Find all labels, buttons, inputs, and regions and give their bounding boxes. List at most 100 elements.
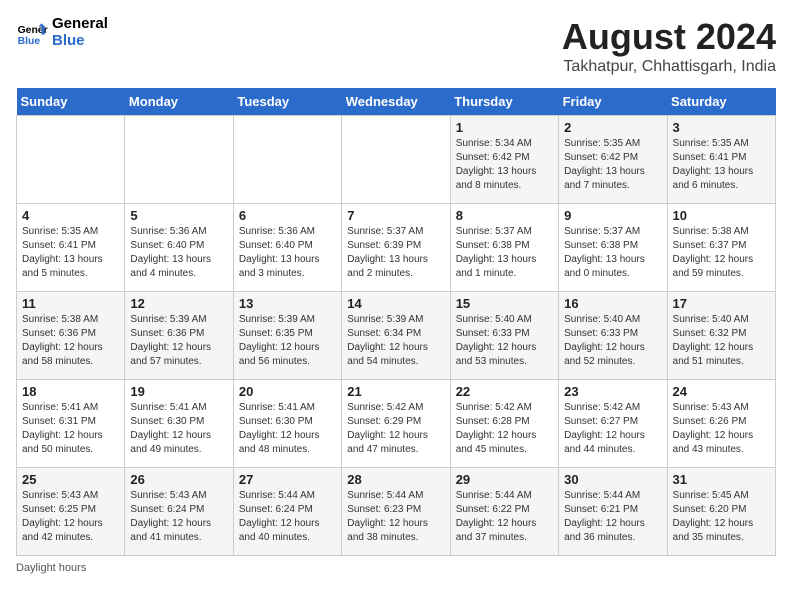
calendar-body: 1Sunrise: 5:34 AM Sunset: 6:42 PM Daylig… <box>17 116 776 556</box>
day-number: 17 <box>673 296 770 311</box>
calendar-title: August 2024 <box>562 16 776 58</box>
day-cell: 13 Sunrise: 5:39 AM Sunset: 6:35 PM Dayli… <box>233 292 341 380</box>
day-info: Sunrise: 5:39 AM Sunset: 6:35 PM Dayligh… <box>239 313 336 369</box>
day-cell: 22Sunrise: 5:42 AM Sunset: 6:28 PM Dayli… <box>450 380 558 468</box>
weekday-header-monday: Monday <box>125 88 233 116</box>
day-cell: 17 Sunrise: 5:40 AM Sunset: 6:32 PM Dayli… <box>667 292 775 380</box>
day-info: Sunrise: 5:35 AM Sunset: 6:41 PM Dayligh… <box>22 225 119 281</box>
day-cell: 16 Sunrise: 5:40 AM Sunset: 6:33 PM Dayli… <box>559 292 667 380</box>
day-number: 5 <box>130 208 227 223</box>
day-info: Sunrise: 5:42 AM Sunset: 6:28 PM Dayligh… <box>456 401 553 457</box>
week-row-1: 1Sunrise: 5:34 AM Sunset: 6:42 PM Daylig… <box>17 116 776 204</box>
day-info: Sunrise: 5:35 AM Sunset: 6:42 PM Dayligh… <box>564 137 661 193</box>
day-cell: 27 Sunrise: 5:44 AM Sunset: 6:24 PM Dayli… <box>233 468 341 556</box>
day-info: Sunrise: 5:42 AM Sunset: 6:29 PM Dayligh… <box>347 401 444 457</box>
logo: General Blue General Blue <box>16 16 108 49</box>
day-number: 29 <box>456 472 553 487</box>
day-number: 31 <box>673 472 770 487</box>
day-number: 20 <box>239 384 336 399</box>
logo-line1: General <box>52 16 108 33</box>
day-cell: 11 Sunrise: 5:38 AM Sunset: 6:36 PM Dayli… <box>17 292 125 380</box>
day-info: Sunrise: 5:40 AM Sunset: 6:32 PM Dayligh… <box>673 313 770 369</box>
day-number: 11 <box>22 296 119 311</box>
week-row-2: 4 Sunrise: 5:35 AM Sunset: 6:41 PM Daylig… <box>17 204 776 292</box>
day-number: 2 <box>564 120 661 135</box>
title-block: August 2024 Takhatpur, Chhattisgarh, Ind… <box>562 16 776 76</box>
day-cell: 15 Sunrise: 5:40 AM Sunset: 6:33 PM Dayli… <box>450 292 558 380</box>
weekday-header-wednesday: Wednesday <box>342 88 450 116</box>
day-number: 27 <box>239 472 336 487</box>
day-info: Sunrise: 5:35 AM Sunset: 6:41 PM Dayligh… <box>673 137 770 193</box>
day-cell <box>233 116 341 204</box>
day-number: 18 <box>22 384 119 399</box>
day-cell: 5 Sunrise: 5:36 AM Sunset: 6:40 PM Daylig… <box>125 204 233 292</box>
day-number: 8 <box>456 208 553 223</box>
day-info: Sunrise: 5:44 AM Sunset: 6:23 PM Dayligh… <box>347 489 444 545</box>
footer-note: Daylight hours <box>16 562 776 574</box>
day-info: Sunrise: 5:34 AM Sunset: 6:42 PM Dayligh… <box>456 137 553 193</box>
day-info: Sunrise: 5:39 AM Sunset: 6:36 PM Dayligh… <box>130 313 227 369</box>
weekday-header-thursday: Thursday <box>450 88 558 116</box>
weekday-header-saturday: Saturday <box>667 88 775 116</box>
day-info: Sunrise: 5:41 AM Sunset: 6:30 PM Dayligh… <box>239 401 336 457</box>
day-cell: 12 Sunrise: 5:39 AM Sunset: 6:36 PM Dayli… <box>125 292 233 380</box>
day-cell: 18Sunrise: 5:41 AM Sunset: 6:31 PM Dayli… <box>17 380 125 468</box>
day-info: Sunrise: 5:39 AM Sunset: 6:34 PM Dayligh… <box>347 313 444 369</box>
week-row-4: 18Sunrise: 5:41 AM Sunset: 6:31 PM Dayli… <box>17 380 776 468</box>
day-cell: 10Sunrise: 5:38 AM Sunset: 6:37 PM Dayli… <box>667 204 775 292</box>
week-row-5: 25 Sunrise: 5:43 AM Sunset: 6:25 PM Dayli… <box>17 468 776 556</box>
day-cell: 14 Sunrise: 5:39 AM Sunset: 6:34 PM Dayli… <box>342 292 450 380</box>
day-cell: 9Sunrise: 5:37 AM Sunset: 6:38 PM Daylig… <box>559 204 667 292</box>
logo-line2: Blue <box>52 33 108 50</box>
day-info: Sunrise: 5:38 AM Sunset: 6:37 PM Dayligh… <box>673 225 770 281</box>
day-number: 25 <box>22 472 119 487</box>
day-number: 21 <box>347 384 444 399</box>
day-info: Sunrise: 5:37 AM Sunset: 6:39 PM Dayligh… <box>347 225 444 281</box>
day-number: 19 <box>130 384 227 399</box>
day-cell <box>17 116 125 204</box>
day-cell: 8 Sunrise: 5:37 AM Sunset: 6:38 PM Daylig… <box>450 204 558 292</box>
day-cell: 20 Sunrise: 5:41 AM Sunset: 6:30 PM Dayli… <box>233 380 341 468</box>
day-number: 13 <box>239 296 336 311</box>
day-cell <box>125 116 233 204</box>
day-number: 6 <box>239 208 336 223</box>
day-number: 28 <box>347 472 444 487</box>
day-cell: 21 Sunrise: 5:42 AM Sunset: 6:29 PM Dayli… <box>342 380 450 468</box>
day-number: 26 <box>130 472 227 487</box>
day-cell: 1Sunrise: 5:34 AM Sunset: 6:42 PM Daylig… <box>450 116 558 204</box>
weekday-header-row: SundayMondayTuesdayWednesdayThursdayFrid… <box>17 88 776 116</box>
day-number: 7 <box>347 208 444 223</box>
weekday-header-tuesday: Tuesday <box>233 88 341 116</box>
day-info: Sunrise: 5:44 AM Sunset: 6:22 PM Dayligh… <box>456 489 553 545</box>
day-info: Sunrise: 5:44 AM Sunset: 6:24 PM Dayligh… <box>239 489 336 545</box>
day-number: 14 <box>347 296 444 311</box>
day-info: Sunrise: 5:36 AM Sunset: 6:40 PM Dayligh… <box>239 225 336 281</box>
day-number: 15 <box>456 296 553 311</box>
day-cell <box>342 116 450 204</box>
day-info: Sunrise: 5:38 AM Sunset: 6:36 PM Dayligh… <box>22 313 119 369</box>
day-cell: 7 Sunrise: 5:37 AM Sunset: 6:39 PM Daylig… <box>342 204 450 292</box>
day-cell: 30Sunrise: 5:44 AM Sunset: 6:21 PM Dayli… <box>559 468 667 556</box>
day-cell: 26 Sunrise: 5:43 AM Sunset: 6:24 PM Dayli… <box>125 468 233 556</box>
day-info: Sunrise: 5:40 AM Sunset: 6:33 PM Dayligh… <box>456 313 553 369</box>
day-number: 16 <box>564 296 661 311</box>
day-cell: 19 Sunrise: 5:41 AM Sunset: 6:30 PM Dayli… <box>125 380 233 468</box>
day-info: Sunrise: 5:41 AM Sunset: 6:30 PM Dayligh… <box>130 401 227 457</box>
day-info: Sunrise: 5:37 AM Sunset: 6:38 PM Dayligh… <box>456 225 553 281</box>
day-cell: 31 Sunrise: 5:45 AM Sunset: 6:20 PM Dayli… <box>667 468 775 556</box>
day-info: Sunrise: 5:43 AM Sunset: 6:25 PM Dayligh… <box>22 489 119 545</box>
day-info: Sunrise: 5:45 AM Sunset: 6:20 PM Dayligh… <box>673 489 770 545</box>
day-info: Sunrise: 5:43 AM Sunset: 6:24 PM Dayligh… <box>130 489 227 545</box>
day-number: 12 <box>130 296 227 311</box>
logo-icon: General Blue <box>16 17 48 49</box>
day-cell: 4 Sunrise: 5:35 AM Sunset: 6:41 PM Daylig… <box>17 204 125 292</box>
day-info: Sunrise: 5:36 AM Sunset: 6:40 PM Dayligh… <box>130 225 227 281</box>
day-info: Sunrise: 5:40 AM Sunset: 6:33 PM Dayligh… <box>564 313 661 369</box>
day-cell: 2 Sunrise: 5:35 AM Sunset: 6:42 PM Daylig… <box>559 116 667 204</box>
page-header: General Blue General Blue August 2024 Ta… <box>16 16 776 76</box>
day-info: Sunrise: 5:44 AM Sunset: 6:21 PM Dayligh… <box>564 489 661 545</box>
day-cell: 6 Sunrise: 5:36 AM Sunset: 6:40 PM Daylig… <box>233 204 341 292</box>
day-info: Sunrise: 5:37 AM Sunset: 6:38 PM Dayligh… <box>564 225 661 281</box>
day-number: 4 <box>22 208 119 223</box>
day-cell: 29 Sunrise: 5:44 AM Sunset: 6:22 PM Dayli… <box>450 468 558 556</box>
